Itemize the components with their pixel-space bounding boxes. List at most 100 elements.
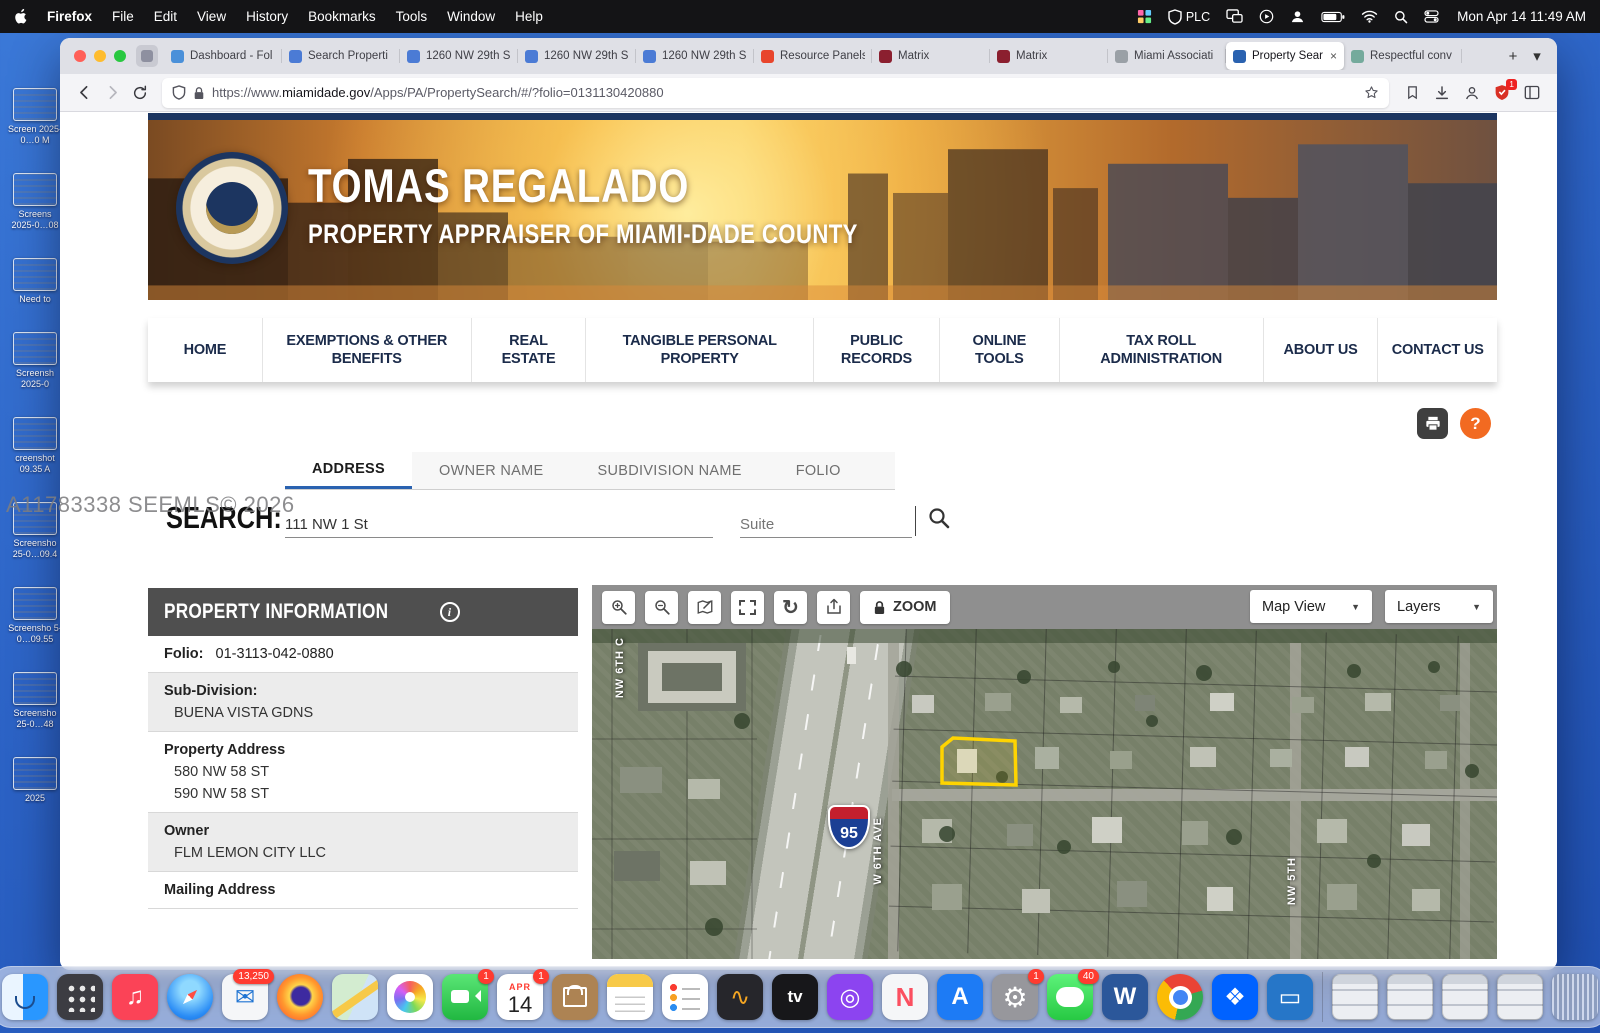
menu-help[interactable]: Help <box>515 9 543 24</box>
desktop-file[interactable]: Screensho 25-0…48 <box>6 672 64 730</box>
dock-minimized-window[interactable] <box>1442 974 1488 1020</box>
spotlight-search-icon[interactable] <box>1394 10 1408 24</box>
dock-minimized-window[interactable] <box>1387 974 1433 1020</box>
tab-owner-name[interactable]: OWNER NAME <box>412 452 571 489</box>
dock-safari[interactable] <box>167 974 213 1020</box>
map-view-dropdown[interactable]: Map View ▼ <box>1250 590 1372 623</box>
dock-firefox[interactable] <box>277 974 323 1020</box>
url-bar[interactable]: https://www.miamidade.gov/Apps/PA/Proper… <box>162 78 1389 108</box>
nav-exemptions[interactable]: EXEMPTIONS & OTHER BENEFITS <box>263 318 472 382</box>
nav-public-records[interactable]: PUBLIC RECORDS <box>814 318 940 382</box>
file-thumbnail[interactable] <box>13 417 57 450</box>
dock-music[interactable]: ♫ <box>112 974 158 1020</box>
tab-folio[interactable]: FOLIO <box>769 452 868 489</box>
help-button[interactable]: ? <box>1460 408 1491 439</box>
dock-word[interactable]: W <box>1102 974 1148 1020</box>
dock-notes[interactable] <box>607 974 653 1020</box>
desktop-file[interactable]: Screensho 25-0…09.4 <box>6 502 64 560</box>
adblock-shield-icon[interactable]: 1 <box>1487 78 1517 108</box>
map-zoom-out-button[interactable] <box>645 591 678 624</box>
dock-news[interactable]: N <box>882 974 928 1020</box>
color-grid-menu-icon[interactable] <box>1137 9 1152 24</box>
dock-podcasts[interactable]: ◎ <box>827 974 873 1020</box>
shield-menu-icon[interactable]: PLC <box>1168 9 1210 25</box>
nav-real-estate[interactable]: REAL ESTATE <box>472 318 587 382</box>
file-thumbnail[interactable] <box>13 672 57 705</box>
reload-button[interactable] <box>126 79 154 107</box>
suite-input[interactable] <box>740 512 912 538</box>
menu-bookmarks[interactable]: Bookmarks <box>308 9 376 24</box>
tracking-shield-icon[interactable] <box>172 85 186 100</box>
file-thumbnail[interactable] <box>13 173 57 206</box>
control-center-icon[interactable] <box>1424 10 1439 23</box>
bookmark-star-icon[interactable] <box>1364 85 1379 100</box>
dock-dropbox[interactable]: ❖ <box>1212 974 1258 1020</box>
browser-tab[interactable]: Search Properti <box>282 42 400 70</box>
file-thumbnail[interactable] <box>13 757 57 790</box>
dock-apple-tv[interactable]: tv <box>772 974 818 1020</box>
map-select-extent-button[interactable] <box>731 591 764 624</box>
address-search-input[interactable] <box>285 512 713 538</box>
battery-icon[interactable] <box>1321 11 1345 23</box>
dock-trash[interactable] <box>1552 974 1598 1020</box>
dock-chrome[interactable] <box>1157 974 1203 1020</box>
file-thumbnail[interactable] <box>13 587 57 620</box>
browser-tab-active[interactable]: Property Sear× <box>1226 42 1344 70</box>
menu-tools[interactable]: Tools <box>396 9 428 24</box>
file-thumbnail[interactable] <box>13 258 57 291</box>
desktop-file[interactable]: Screensho 5-0…09.55 <box>6 587 64 645</box>
dock-minimized-window[interactable] <box>1497 974 1543 1020</box>
dock-photos[interactable] <box>387 974 433 1020</box>
tab-subdivision-name[interactable]: SUBDIVISION NAME <box>571 452 769 489</box>
dock-maps[interactable] <box>332 974 378 1020</box>
menu-history[interactable]: History <box>246 9 288 24</box>
search-submit-icon[interactable] <box>927 506 951 535</box>
nav-tax-roll-administration[interactable]: TAX ROLL ADMINISTRATION <box>1060 318 1264 382</box>
minimize-window-button[interactable] <box>94 50 106 62</box>
menubar-clock[interactable]: Mon Apr 14 11:49 AM <box>1457 9 1586 24</box>
tab-address[interactable]: ADDRESS <box>285 452 412 489</box>
dock-garageband[interactable]: ∿ <box>717 974 763 1020</box>
desktop-file[interactable]: Screen 2025-0…0 M <box>6 88 64 146</box>
print-button[interactable] <box>1417 408 1448 439</box>
dock-books[interactable] <box>552 974 598 1020</box>
info-icon[interactable]: i <box>440 602 460 622</box>
file-thumbnail[interactable] <box>13 332 57 365</box>
menu-window[interactable]: Window <box>447 9 495 24</box>
aerial-map[interactable]: 95 NW 6TH C W 6TH AVE NW 5TH <box>592 629 1497 959</box>
menubar-app-name[interactable]: Firefox <box>47 9 92 24</box>
desktop-file[interactable]: 2025 <box>6 757 64 804</box>
apple-menu-icon[interactable] <box>14 8 29 26</box>
map-draw-button[interactable] <box>688 591 721 624</box>
browser-tab[interactable]: 1260 NW 29th S <box>400 42 518 70</box>
dock-launchpad[interactable] <box>57 974 103 1020</box>
dock-remote-display[interactable]: ▭ <box>1267 974 1313 1020</box>
desktop-file[interactable]: Screensh 2025-0 <box>6 332 64 390</box>
dock-mail[interactable]: 13,250✉ <box>222 974 268 1020</box>
map-zoom-lock-button[interactable]: ZOOM <box>860 591 950 624</box>
browser-tab[interactable]: 1260 NW 29th S <box>518 42 636 70</box>
play-menu-icon[interactable] <box>1259 9 1274 24</box>
firefox-view-button[interactable] <box>136 45 158 67</box>
dock-settings[interactable]: 1⚙ <box>992 974 1038 1020</box>
file-thumbnail[interactable] <box>13 88 57 121</box>
back-button[interactable] <box>70 79 98 107</box>
selected-parcel-outline[interactable] <box>942 738 1016 785</box>
lock-icon[interactable] <box>193 86 205 100</box>
new-tab-button[interactable]: + <box>1501 44 1525 68</box>
sidebar-toggle-icon[interactable] <box>1517 78 1547 108</box>
browser-tab[interactable]: Miami Associati <box>1108 42 1226 70</box>
nav-contact-us[interactable]: CONTACT US <box>1378 318 1497 382</box>
browser-tab[interactable]: Matrix <box>872 42 990 70</box>
desktop-file[interactable]: Screens 2025-0…08 <box>6 173 64 231</box>
dock-messages[interactable]: 40 <box>1047 974 1093 1020</box>
save-page-icon[interactable] <box>1397 78 1427 108</box>
dock-reminders[interactable] <box>662 974 708 1020</box>
map-zoom-in-button[interactable] <box>602 591 635 624</box>
map-export-button[interactable] <box>817 591 850 624</box>
menu-view[interactable]: View <box>197 9 226 24</box>
dock-minimized-window[interactable] <box>1332 974 1378 1020</box>
browser-tab[interactable]: Resource Panels <box>754 42 872 70</box>
account-icon[interactable] <box>1457 78 1487 108</box>
menu-edit[interactable]: Edit <box>154 9 177 24</box>
